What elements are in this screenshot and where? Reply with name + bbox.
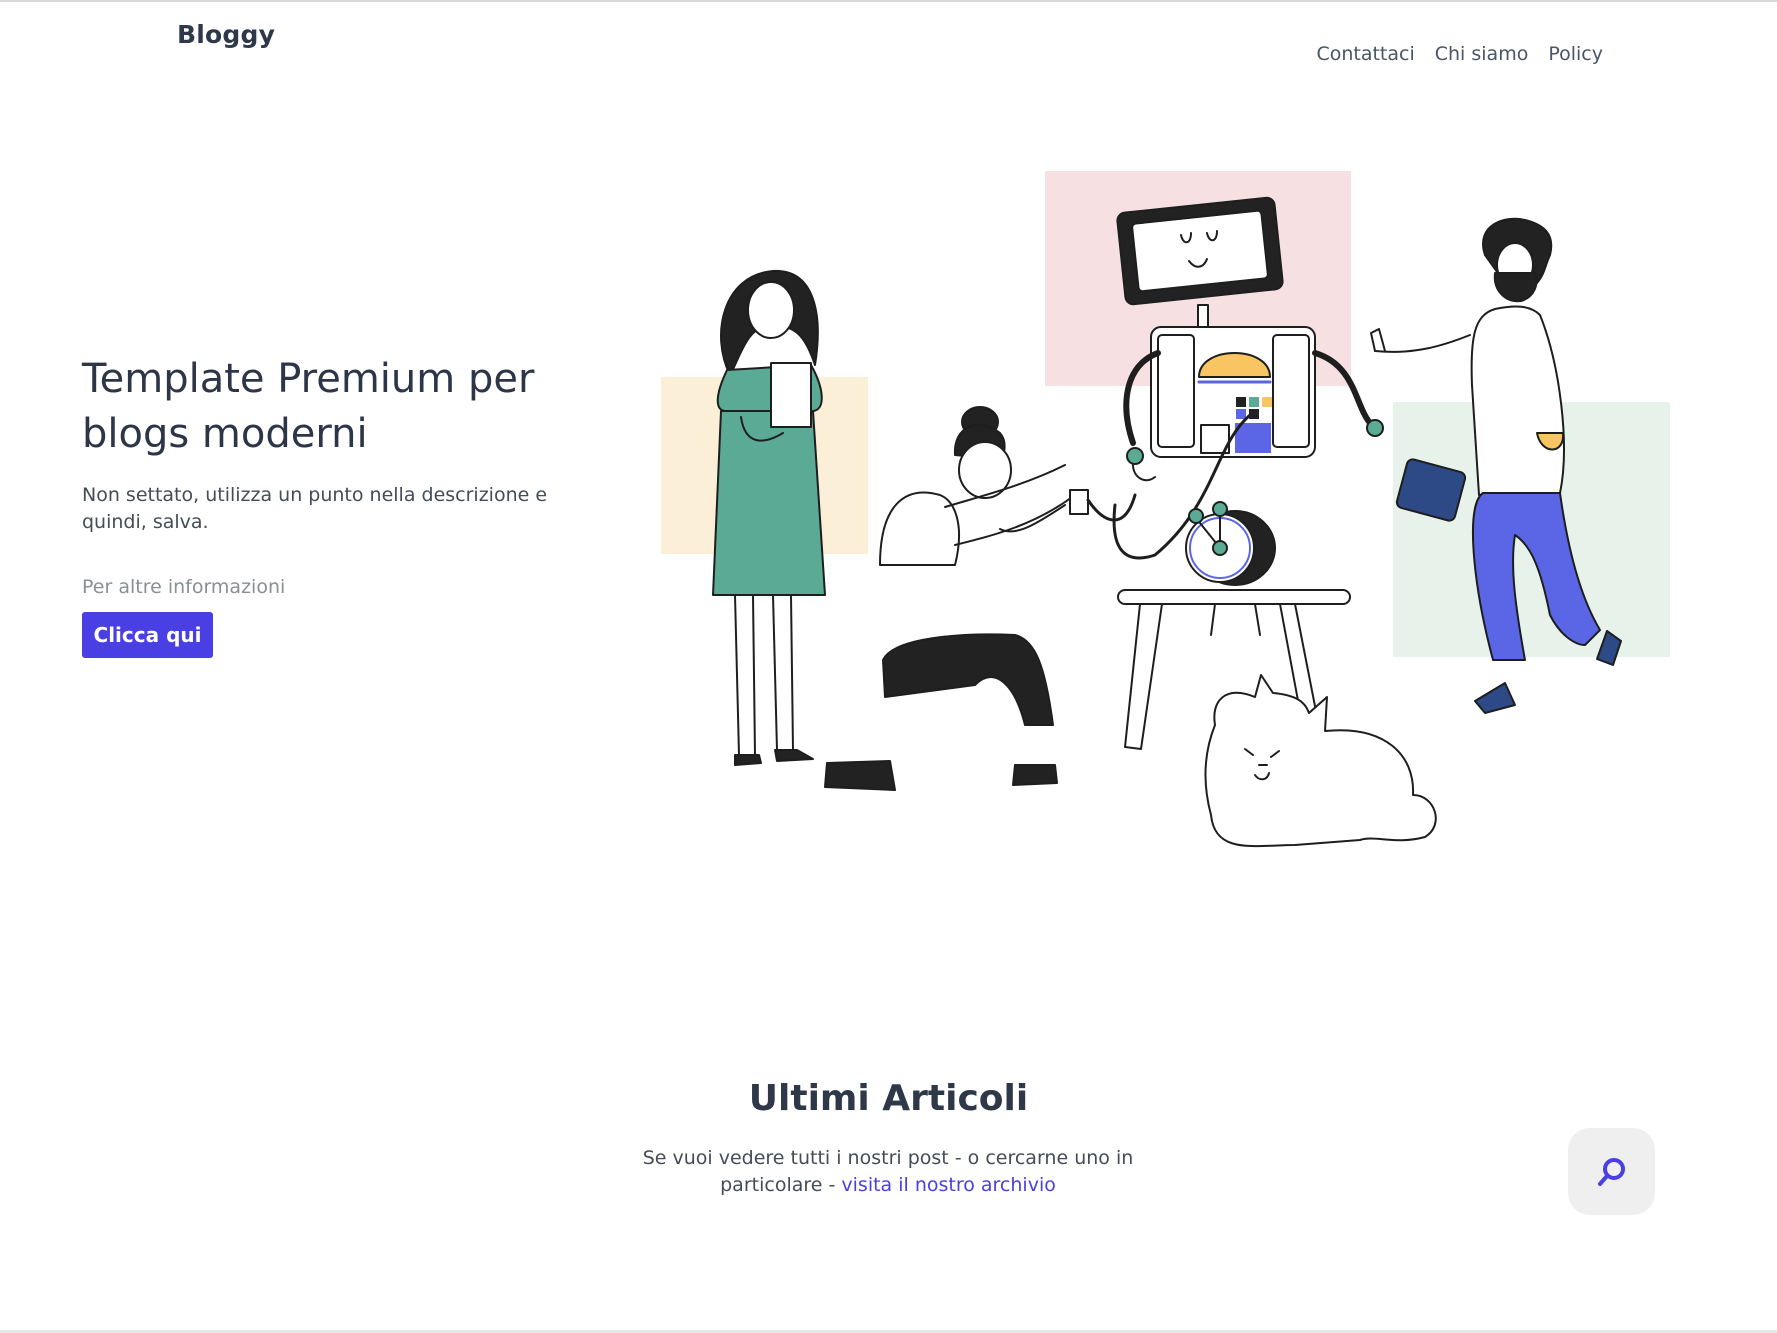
archive-link[interactable]: visita il nostro archivio [841, 1174, 1055, 1196]
top-border [0, 0, 1777, 2]
cat [1204, 674, 1437, 848]
search-icon [1597, 1157, 1625, 1186]
hero-more-info: Per altre informazioni [82, 576, 286, 598]
nav-link-contattaci[interactable]: Contattaci [1316, 43, 1414, 65]
hero-illustration [661, 171, 1670, 848]
hero-title: Template Premium per blogs moderni [82, 356, 535, 457]
nav-link-policy[interactable]: Policy [1548, 43, 1603, 65]
search-button[interactable] [1568, 1128, 1655, 1215]
woman-standing [712, 269, 826, 766]
woman-kneeling [824, 406, 1137, 791]
main-nav: Contattaci Chi siamo Policy [1316, 43, 1603, 65]
brand-logo[interactable]: Bloggy [177, 20, 275, 49]
cta-button[interactable]: Clicca qui [82, 612, 213, 658]
hero-description: Non settato, utilizza un punto nella des… [82, 484, 548, 533]
section-title: Ultimi Articoli [748, 1078, 1029, 1119]
nav-link-chi-siamo[interactable]: Chi siamo [1435, 43, 1529, 65]
section-text: Se vuoi vedere tutti i nostri post - o c… [638, 1145, 1138, 1199]
